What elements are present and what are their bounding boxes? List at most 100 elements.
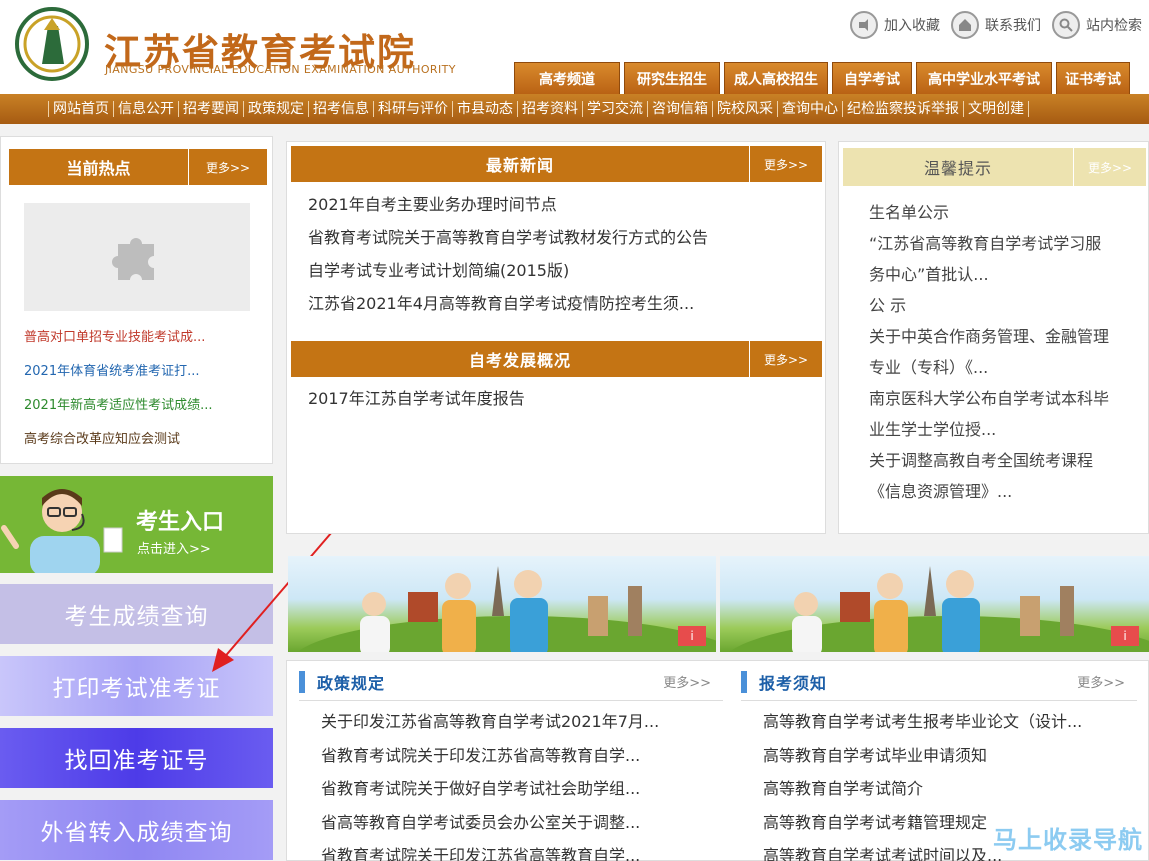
nav-item-research[interactable]: 科研与评价 bbox=[373, 101, 452, 117]
nav-item-policy[interactable]: 政策规定 bbox=[243, 101, 308, 117]
category-tabs: 高考频道 研究生招生 成人高校招生 自学考试 高中学业水平考试 证书考试 bbox=[514, 62, 1130, 94]
tab-certificate[interactable]: 证书考试 bbox=[1056, 62, 1130, 94]
latest-news-header: 最新新闻 更多>> bbox=[291, 146, 822, 182]
watermark: 马上收录导航 bbox=[993, 826, 1143, 854]
latest-news-title: 最新新闻 bbox=[291, 146, 750, 182]
tab-adult-college[interactable]: 成人高校招生 bbox=[724, 62, 828, 94]
add-favorite-label: 加入收藏 bbox=[884, 18, 940, 34]
overview-item[interactable]: 2017年江苏自学考试年度报告 bbox=[308, 388, 525, 421]
contact-us-link[interactable]: 联系我们 bbox=[951, 10, 1041, 40]
policy-list: 关于印发江苏省高等教育自学考试2021年7月... 省教育考试院关于印发江苏省高… bbox=[321, 711, 659, 861]
notice-item[interactable]: 高等教育自学考试简介 bbox=[763, 778, 1082, 812]
tab-academic-level[interactable]: 高中学业水平考试 bbox=[916, 62, 1052, 94]
overview-more-link[interactable]: 更多>> bbox=[750, 341, 822, 377]
nav-item-admission-info[interactable]: 招考信息 bbox=[308, 101, 373, 117]
nav-item-info[interactable]: 信息公开 bbox=[113, 101, 178, 117]
home-icon bbox=[951, 11, 979, 39]
site-header: 江苏省教育考试院 JIANGSU PROVINCIAL EDUCATION EX… bbox=[0, 0, 1149, 95]
nav-item-query[interactable]: 查询中心 bbox=[777, 101, 842, 117]
notice-item[interactable]: 高等教育自学考试考生报考毕业论文（设计... bbox=[763, 711, 1082, 745]
tip-line[interactable]: 《信息资源管理》... bbox=[869, 481, 1109, 512]
tip-line[interactable]: “江苏省高等教育自学考试学习服 bbox=[869, 233, 1109, 264]
students-illustration bbox=[729, 566, 1149, 652]
promo-banner-right[interactable]: i bbox=[720, 556, 1149, 652]
tip-line[interactable]: 务中心”首批认... bbox=[869, 264, 1109, 295]
news-item[interactable]: 2021年自考主要业务办理时间节点 bbox=[308, 194, 708, 227]
tips-header: 温馨提示 更多>> bbox=[843, 148, 1146, 186]
contact-us-label: 联系我们 bbox=[985, 18, 1041, 34]
hot-topic-item[interactable]: 2021年体育省统考准考证打... bbox=[24, 363, 212, 397]
policy-item[interactable]: 关于印发江苏省高等教育自学考试2021年7月... bbox=[321, 711, 659, 745]
nav-item-colleges[interactable]: 院校风采 bbox=[712, 101, 777, 117]
nav-item-mailbox[interactable]: 咨询信箱 bbox=[647, 101, 712, 117]
notice-header: 报考须知 更多>> bbox=[741, 663, 1137, 701]
favorite-icon bbox=[850, 11, 878, 39]
policy-item[interactable]: 省高等教育自学考试委员会办公室关于调整... bbox=[321, 812, 659, 846]
hot-topics-list: 普高对口单招专业技能考试成... 2021年体育省统考准考证打... 2021年… bbox=[24, 329, 212, 465]
news-item[interactable]: 省教育考试院关于高等教育自学考试教材发行方式的公告 bbox=[308, 227, 708, 260]
latest-news-more-link[interactable]: 更多>> bbox=[750, 146, 822, 182]
search-icon bbox=[1052, 11, 1080, 39]
tip-line[interactable]: 专业（专科）《... bbox=[869, 357, 1109, 388]
students-illustration bbox=[297, 566, 716, 652]
banner-info-badge[interactable]: i bbox=[1111, 626, 1139, 646]
notice-title: 报考须知 bbox=[759, 673, 828, 693]
nav-item-home[interactable]: 网站首页 bbox=[48, 101, 113, 117]
nav-item-city-news[interactable]: 市县动态 bbox=[452, 101, 517, 117]
tip-line[interactable]: 关于调整高教自考全国统考课程 bbox=[869, 450, 1109, 481]
nav-item-complaint[interactable]: 纪检监察投诉举报 bbox=[842, 101, 963, 117]
hot-topics-header: 当前热点 更多>> bbox=[9, 149, 267, 185]
policy-item[interactable]: 省教育考试院关于做好自学考试社会助学组... bbox=[321, 778, 659, 812]
tab-graduate[interactable]: 研究生招生 bbox=[624, 62, 720, 94]
nav-item-exchange[interactable]: 学习交流 bbox=[582, 101, 647, 117]
nav-item-news[interactable]: 招考要闻 bbox=[178, 101, 243, 117]
policy-header: 政策规定 更多>> bbox=[299, 663, 723, 701]
policy-title: 政策规定 bbox=[317, 673, 386, 693]
tips-panel: 温馨提示 更多>> 生名单公示 “江苏省高等教育自学考试学习服 务中心”首批认.… bbox=[838, 141, 1149, 534]
tip-line[interactable]: 南京医科大学公布自学考试本科毕 bbox=[869, 388, 1109, 419]
recover-ticket-number-button[interactable]: 找回准考证号 bbox=[0, 728, 273, 788]
puzzle-icon bbox=[112, 238, 154, 280]
latest-news-panel: 最新新闻 更多>> 2021年自考主要业务办理时间节点 省教育考试院关于高等教育… bbox=[286, 141, 826, 534]
hot-topic-item[interactable]: 普高对口单招专业技能考试成... bbox=[24, 329, 212, 363]
overview-list: 2017年江苏自学考试年度报告 bbox=[308, 388, 525, 421]
site-search-link[interactable]: 站内检索 bbox=[1052, 10, 1142, 40]
news-item[interactable]: 自学考试专业考试计划简编(2015版) bbox=[308, 260, 708, 293]
nav-item-civilization[interactable]: 文明创建 bbox=[963, 101, 1029, 117]
policy-more-link[interactable]: 更多>> bbox=[663, 672, 711, 691]
tab-self-study[interactable]: 自学考试 bbox=[832, 62, 912, 94]
tip-line[interactable]: 生名单公示 bbox=[869, 202, 1109, 233]
banner-info-badge[interactable]: i bbox=[678, 626, 706, 646]
notice-more-link[interactable]: 更多>> bbox=[1077, 672, 1125, 691]
candidate-figure-icon bbox=[1, 489, 123, 573]
tip-line[interactable]: 公 示 bbox=[869, 295, 1109, 326]
tip-line[interactable]: 业生学士学位授... bbox=[869, 419, 1109, 450]
transfer-score-query-button[interactable]: 外省转入成绩查询 bbox=[0, 800, 273, 860]
hot-topic-item[interactable]: 高考综合改革应知应会测试 bbox=[24, 431, 212, 465]
site-search-label: 站内检索 bbox=[1086, 18, 1142, 34]
image-placeholder bbox=[24, 203, 250, 311]
hot-topic-item[interactable]: 2021年新高考适应性考试成绩... bbox=[24, 397, 212, 431]
tips-list: 生名单公示 “江苏省高等教育自学考试学习服 务中心”首批认... 公 示 关于中… bbox=[869, 202, 1109, 512]
add-favorite-link[interactable]: 加入收藏 bbox=[850, 10, 940, 40]
main-nav: 网站首页 信息公开 招考要闻 政策规定 招考信息 科研与评价 市县动态 招考资料… bbox=[0, 94, 1149, 124]
logo[interactable] bbox=[14, 6, 90, 82]
tips-more-link[interactable]: 更多>> bbox=[1074, 148, 1146, 186]
section-marker bbox=[299, 670, 305, 693]
latest-news-list: 2021年自考主要业务办理时间节点 省教育考试院关于高等教育自学考试教材发行方式… bbox=[308, 194, 708, 326]
overview-title: 自考发展概况 bbox=[291, 341, 750, 377]
policy-item[interactable]: 省教育考试院关于印发江苏省高等教育自学... bbox=[321, 745, 659, 779]
tip-line[interactable]: 关于中英合作商务管理、金融管理 bbox=[869, 326, 1109, 357]
tips-title: 温馨提示 bbox=[843, 148, 1074, 186]
promo-banner-left[interactable]: i bbox=[288, 556, 716, 652]
overview-header: 自考发展概况 更多>> bbox=[291, 341, 822, 377]
section-marker bbox=[741, 670, 747, 693]
policy-item[interactable]: 省教育考试院关于印发江苏省高等教育自学... bbox=[321, 845, 659, 861]
site-subtitle: JIANGSU PROVINCIAL EDUCATION EXAMINATION… bbox=[105, 63, 456, 76]
news-item[interactable]: 江苏省2021年4月高等教育自学考试疫情防控考生须... bbox=[308, 293, 708, 326]
hot-topics-more-link[interactable]: 更多>> bbox=[189, 149, 267, 185]
notice-item[interactable]: 高等教育自学考试毕业申请须知 bbox=[763, 745, 1082, 779]
tab-gaokao[interactable]: 高考频道 bbox=[514, 62, 620, 94]
nav-item-materials[interactable]: 招考资料 bbox=[517, 101, 582, 117]
hot-topics-title: 当前热点 bbox=[9, 149, 189, 185]
